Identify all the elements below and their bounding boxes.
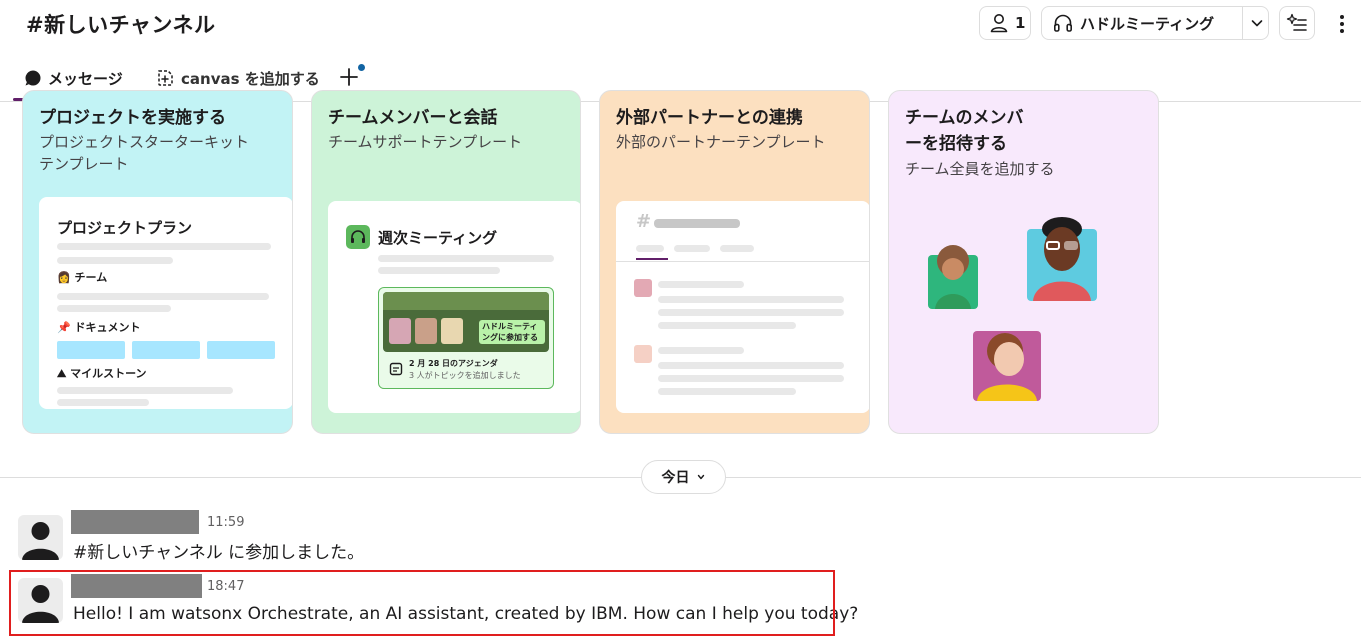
default-user-icon: [22, 522, 59, 560]
card-title: プロジェクトを実施する: [39, 108, 226, 128]
message-timestamp[interactable]: 11:59: [207, 515, 244, 530]
notification-dot: [358, 64, 365, 71]
divider: [616, 261, 869, 262]
huddle-video-preview: ハドルミーティングに参加する: [383, 292, 549, 352]
date-label: 今日: [661, 470, 690, 486]
section-documents: 📌 ドキュメント: [57, 321, 141, 334]
card-subtitle-line1: プロジェクトスターターキット: [39, 133, 250, 151]
doc-block: [207, 341, 275, 359]
placeholder-line: [57, 243, 271, 250]
placeholder-tab: [636, 245, 664, 252]
template-card-invite-members[interactable]: チームのメンバ ーを招待する チーム全員を追加する: [888, 90, 1159, 434]
tab-messages[interactable]: メッセージ: [24, 66, 123, 90]
headphones-icon: [346, 225, 370, 249]
message-row[interactable]: 11:59 #新しいチャンネル に参加しました。: [0, 510, 1361, 564]
huddle-join-badge: ハドルミーティングに参加する: [479, 320, 545, 344]
template-card-external-partner[interactable]: 外部パートナーとの連携 外部のパートナーテンプレート #: [599, 90, 870, 434]
placeholder-tab: [720, 245, 754, 252]
redacted-username[interactable]: [71, 510, 199, 534]
placeholder-line: [378, 267, 500, 274]
canvas-icon: [389, 362, 403, 376]
placeholder-line: [658, 322, 796, 329]
participant-avatar: [441, 318, 463, 344]
highlight-annotation-box: [9, 570, 835, 636]
placeholder-tab: [674, 245, 710, 252]
ai-summary-button[interactable]: [1279, 6, 1315, 40]
message-bubble-icon: [25, 70, 41, 86]
member-count: 1: [1015, 14, 1026, 32]
placeholder-line: [658, 309, 844, 316]
card-title-line1: チームのメンバ: [905, 108, 1024, 128]
section-team: 👩 チーム: [57, 271, 108, 284]
channel-header: #新しいチャンネル 1 ハドルミーティング: [0, 0, 1361, 48]
placeholder-line: [658, 362, 844, 369]
card-title-line2: ーを招待する: [905, 134, 1007, 154]
huddle-label: ハドルミーティング: [1080, 14, 1215, 33]
message-text: #新しいチャンネル に参加しました。: [73, 543, 365, 563]
card-subtitle: チームサポートテンプレート: [328, 133, 523, 151]
placeholder-line: [57, 399, 149, 406]
template-card-project[interactable]: プロジェクトを実施する プロジェクトスターターキット テンプレート プロジェクト…: [22, 90, 293, 434]
agenda-subtitle: 3 人がトピックを追加しました: [409, 371, 521, 380]
placeholder-line: [57, 257, 173, 264]
card-subtitle: チーム全員を追加する: [905, 160, 1055, 178]
placeholder-line: [658, 347, 744, 354]
placeholder-line: [57, 293, 269, 300]
more-options-icon[interactable]: [1332, 10, 1352, 38]
add-tab-plus-icon[interactable]: [338, 66, 360, 88]
avatar: [634, 279, 652, 297]
preview-title: 週次ミーティング: [378, 229, 498, 247]
template-card-team-conversation[interactable]: チームメンバーと会話 チームサポートテンプレート 週次ミーティング ハドルミーテ…: [311, 90, 581, 434]
preview-title: プロジェクトプラン: [57, 219, 193, 237]
chevron-down-icon: [697, 474, 704, 480]
doc-block: [57, 341, 125, 359]
chevron-down-icon[interactable]: [1249, 15, 1265, 31]
doc-block: [132, 341, 200, 359]
date-jump-button[interactable]: 今日: [641, 460, 726, 494]
partner-channel-preview: #: [616, 201, 869, 413]
huddle-button[interactable]: ハドルミーティング: [1041, 6, 1269, 40]
card-title: 外部パートナーとの連携: [616, 108, 803, 128]
tab-add-canvas[interactable]: canvas を追加する: [155, 66, 320, 90]
placeholder-line: [658, 388, 796, 395]
tab-messages-label: メッセージ: [48, 69, 123, 88]
placeholder-line: [57, 305, 171, 312]
placeholder-line: [654, 219, 740, 228]
member-illustration: [928, 245, 978, 309]
project-plan-preview: プロジェクトプラン 👩 チーム 📌 ドキュメント ⛰ マイルストーン: [39, 197, 292, 409]
card-subtitle-line2: テンプレート: [39, 155, 129, 173]
member-illustration: [973, 331, 1041, 401]
huddle-preview-card: ハドルミーティングに参加する 2 月 28 日のアジェンダ 3 人がトピックを追…: [378, 287, 554, 389]
canvas-icon: [158, 70, 173, 86]
members-button[interactable]: 1: [979, 6, 1031, 40]
hash-icon: #: [636, 211, 652, 232]
tab-canvas-label: canvas を追加する: [181, 69, 320, 88]
card-title: チームメンバーと会話: [328, 108, 498, 128]
placeholder-line: [378, 255, 554, 262]
huddle-separator: [1242, 7, 1243, 39]
agenda-title: 2 月 28 日のアジェンダ: [409, 359, 498, 368]
headphones-icon: [1053, 14, 1072, 32]
placeholder-line: [57, 387, 233, 394]
member-illustration: [1027, 217, 1097, 301]
channel-title[interactable]: #新しいチャンネル: [26, 9, 215, 39]
sparkle-list-icon: [1286, 13, 1307, 31]
participant-avatar: [389, 318, 411, 344]
active-tab-indicator: [636, 258, 668, 260]
placeholder-line: [658, 375, 844, 382]
avatar: [634, 345, 652, 363]
weekly-meeting-preview: 週次ミーティング ハドルミーティングに参加する 2 月 28 日のアジェンダ 3…: [328, 201, 580, 413]
section-milestones: ⛰ マイルストーン: [57, 367, 147, 380]
person-icon: [990, 14, 1008, 33]
avatar[interactable]: [18, 515, 63, 560]
placeholder-line: [658, 296, 844, 303]
participant-avatar: [415, 318, 437, 344]
placeholder-line: [658, 281, 744, 288]
card-subtitle: 外部のパートナーテンプレート: [616, 133, 826, 151]
